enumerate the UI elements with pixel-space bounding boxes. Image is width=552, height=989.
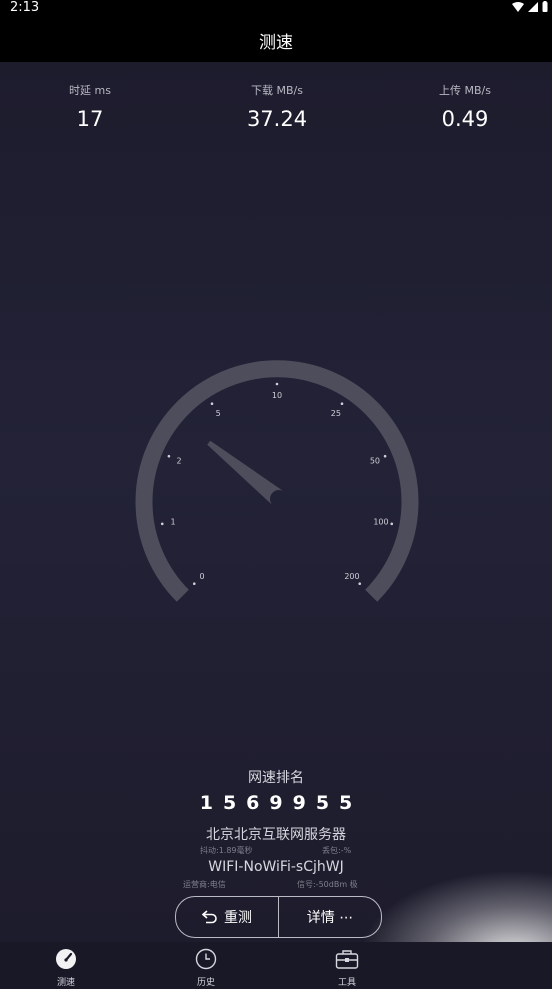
signal-info: 信号:-50dBm 极 bbox=[297, 880, 358, 889]
gauge-tick bbox=[275, 382, 279, 386]
gauge-scale-label: 0 bbox=[199, 572, 204, 581]
gauge-tick bbox=[383, 454, 387, 458]
gauge-tick bbox=[192, 582, 196, 586]
upload-metric: 上传 MB/s 0.49 bbox=[395, 82, 535, 131]
gauge-tick bbox=[340, 402, 344, 406]
upload-value: 0.49 bbox=[441, 107, 489, 131]
nav-item-history[interactable]: 历史 bbox=[176, 948, 236, 988]
gauge-tick bbox=[160, 522, 164, 526]
retest-label: 重测 bbox=[224, 910, 252, 926]
cell-signal-icon bbox=[528, 1, 538, 12]
latency-value: 17 bbox=[76, 107, 104, 131]
download-label: 下载 MB/s bbox=[251, 84, 303, 97]
packet-loss-info: 丢包:-% bbox=[322, 846, 352, 855]
status-icons bbox=[512, 0, 548, 13]
status-time: 2:13 bbox=[10, 0, 40, 15]
gauge-scale-label: 200 bbox=[344, 572, 359, 581]
gauge-arc bbox=[135, 360, 419, 602]
action-buttons: 重测 详情 ⋯ bbox=[175, 896, 382, 938]
gauge-scale-label: 25 bbox=[331, 409, 341, 418]
undo-icon bbox=[202, 910, 217, 924]
retest-button[interactable]: 重测 bbox=[176, 897, 278, 937]
latency-label: 时延 ms bbox=[69, 84, 111, 97]
latency-metric: 时延 ms 17 bbox=[20, 82, 160, 131]
nav-item-tools[interactable]: 工具 bbox=[317, 948, 377, 988]
wifi-icon bbox=[512, 1, 524, 12]
page-title: 测速 bbox=[259, 33, 293, 53]
gauge-scale: 0125102550100200 bbox=[160, 382, 394, 586]
upload-label: 上传 MB/s bbox=[439, 84, 491, 97]
gauge-scale-label: 2 bbox=[177, 456, 182, 465]
nav-label-history: 历史 bbox=[196, 978, 215, 988]
ranking-title: 网速排名 bbox=[248, 770, 304, 786]
download-value: 37.24 bbox=[246, 107, 308, 131]
nav-label-tools: 工具 bbox=[337, 978, 356, 988]
gauge-scale-label: 100 bbox=[373, 518, 388, 527]
speed-gauge: 0125102550100200 bbox=[135, 360, 419, 602]
details-label: 详情 ⋯ bbox=[306, 910, 354, 926]
gauge-scale-label: 1 bbox=[170, 518, 175, 527]
gauge-scale-label: 10 bbox=[272, 391, 282, 400]
download-metric: 下载 MB/s 37.24 bbox=[207, 82, 347, 131]
server-name: 北京北京互联网服务器 bbox=[206, 827, 346, 843]
gauge-scale-label: 5 bbox=[216, 409, 221, 418]
clock-icon bbox=[195, 948, 217, 970]
gauge-tick bbox=[390, 522, 394, 526]
bottom-nav: 测速 历史 工具 bbox=[0, 942, 552, 989]
top-bar: 2:13 测速 bbox=[0, 0, 552, 62]
carrier-info: 运营商:电信 bbox=[183, 880, 226, 889]
gauge-tick bbox=[358, 582, 362, 586]
toolbox-icon bbox=[335, 950, 359, 969]
gauge-tick bbox=[210, 402, 214, 406]
jitter-info: 抖动:1.89毫秒 bbox=[200, 846, 253, 855]
nav-item-speedtest[interactable]: 测速 bbox=[36, 948, 96, 988]
ranking-number: 1569955 bbox=[199, 792, 363, 814]
gauge-needle bbox=[207, 440, 285, 507]
gauge-scale-label: 50 bbox=[370, 456, 380, 465]
nav-label-speedtest: 测速 bbox=[56, 978, 75, 988]
battery-icon bbox=[542, 1, 548, 12]
speedometer-icon bbox=[56, 949, 76, 969]
gauge-tick bbox=[167, 454, 171, 458]
